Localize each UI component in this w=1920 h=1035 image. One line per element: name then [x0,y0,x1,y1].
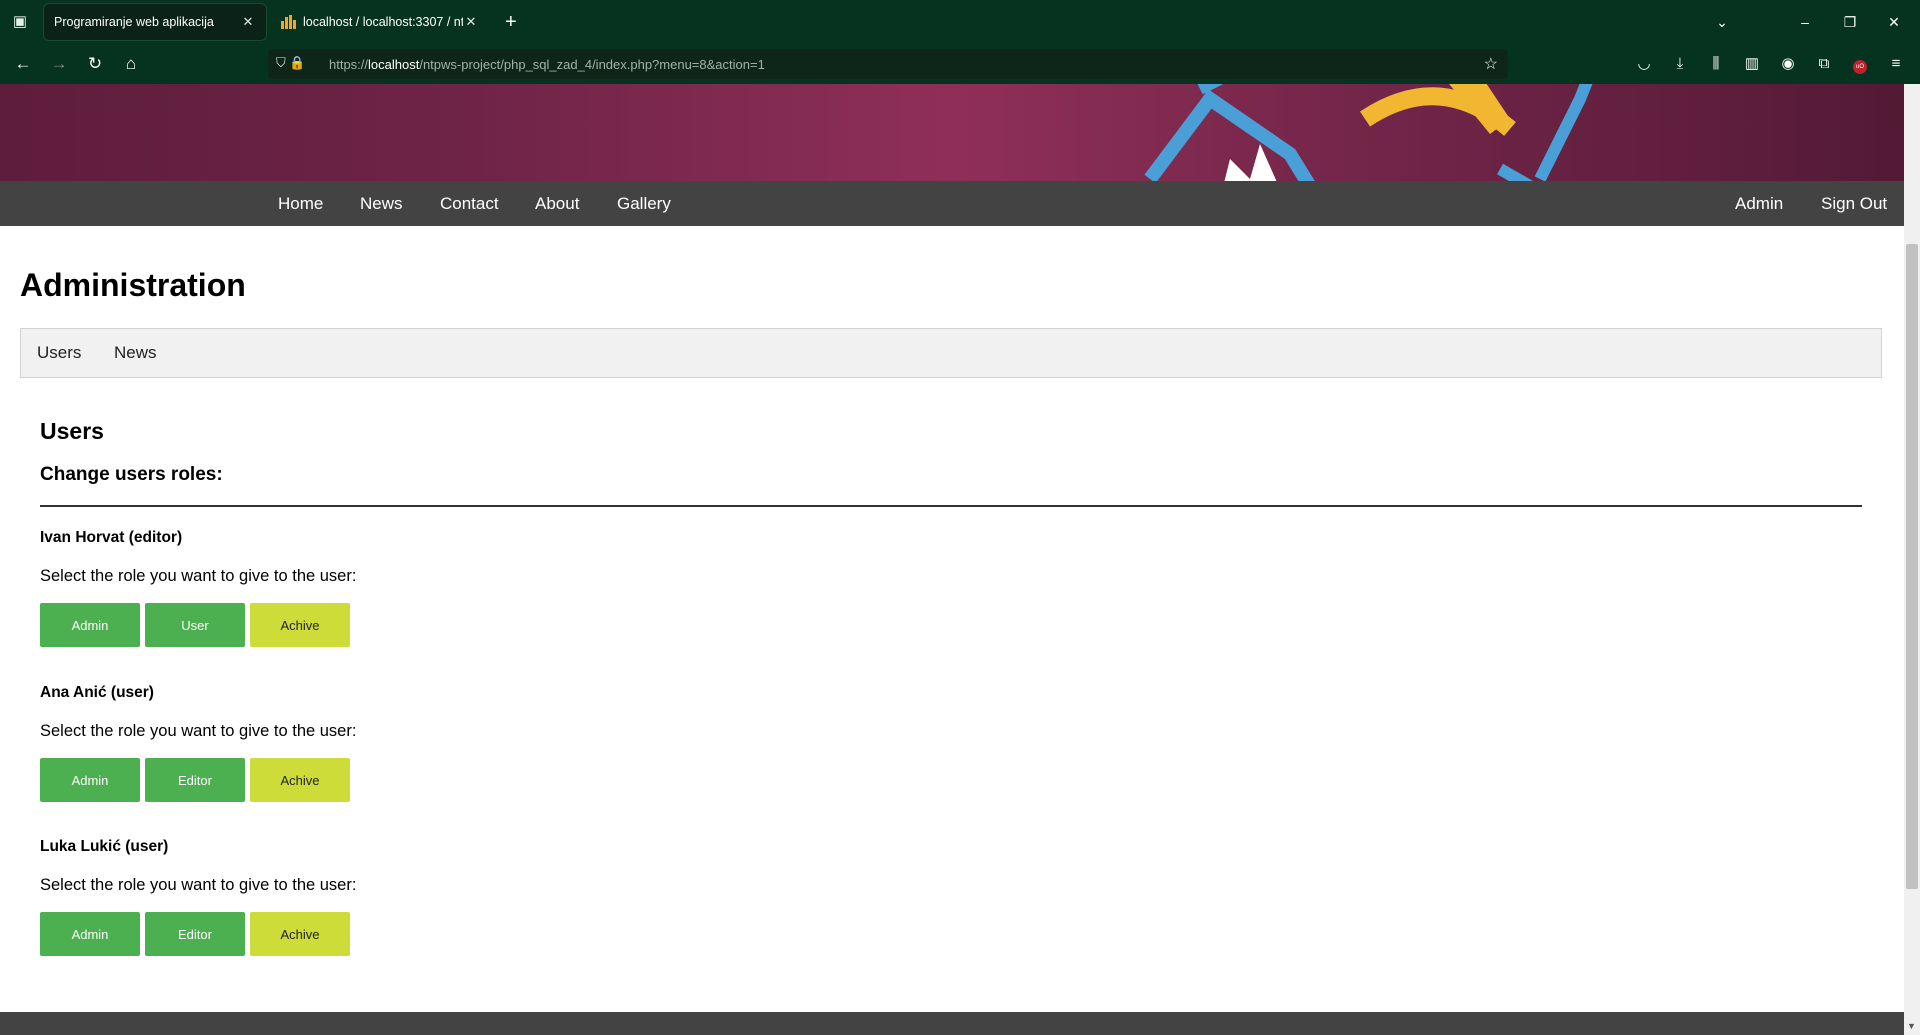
tab-overflow-chevron-icon[interactable]: ⌄ [1710,10,1734,34]
nav-gallery-link[interactable]: Gallery [617,181,671,226]
ublock-origin-icon[interactable]: uO [1848,52,1872,76]
page-title: Administration [20,267,246,303]
home-icon[interactable]: ⌂ [119,52,143,76]
scrollbar-thumb[interactable] [1906,244,1918,889]
address-bar[interactable]: ⛉ 🔒 https://localhost/ntpws-project/php_… [268,49,1508,79]
new-tab-icon[interactable]: + [505,10,517,34]
browser-nav-bar: ← → ↻ ⌂ ⛉ 🔒 https://localhost/ntpws-proj… [0,44,1920,84]
downloads-icon[interactable]: ⤓ [1668,52,1692,76]
restore-icon[interactable]: ❐ [1838,10,1862,34]
tab-title: localhost / localhost:3307 / ntpws [303,15,463,29]
forward-icon[interactable]: → [47,52,71,76]
archive-user-button[interactable]: Achive [250,603,350,647]
site-navigation: Home News Contact About Gallery Admin Si… [0,181,1904,226]
scroll-down-arrow-icon[interactable]: ▼ [1907,1021,1916,1031]
nav-sign-out-link[interactable]: Sign Out [1821,181,1887,226]
phpmyadmin-favicon-icon [281,15,297,29]
set-admin-role-button[interactable]: Admin [40,758,140,802]
set-editor-role-button[interactable]: Editor [145,912,245,956]
browser-tab-active[interactable]: Programiranje web aplikacija ✕ [44,4,266,40]
set-user-role-button[interactable]: User [145,603,245,647]
user-name: Ivan Horvat (editor) [40,529,183,546]
nav-contact-link[interactable]: Contact [440,181,499,226]
set-admin-role-button[interactable]: Admin [40,603,140,647]
minimize-icon[interactable]: – [1793,10,1817,34]
site-footer [0,1012,1904,1035]
nav-about-link[interactable]: About [535,181,579,226]
nav-home-link[interactable]: Home [278,181,323,226]
close-tab-icon[interactable]: ✕ [240,14,256,30]
nav-admin-link[interactable]: Admin [1735,181,1783,226]
tab-list-icon[interactable]: ▣ [8,10,32,34]
url-text[interactable]: https://localhost/ntpws-project/php_sql_… [329,57,765,72]
sidebar-icon[interactable]: ▥ [1740,52,1764,76]
url-host: localhost [368,57,420,72]
role-prompt: Select the role you want to give to the … [40,722,357,740]
role-prompt: Select the role you want to give to the … [40,876,357,894]
user-role-block: Ana Anić (user) Select the role you want… [40,684,640,834]
menu-icon[interactable]: ≡ [1884,52,1908,76]
browser-tab[interactable]: localhost / localhost:3307 / ntpws ✕ [271,4,489,40]
role-prompt: Select the role you want to give to the … [40,567,357,585]
sub-menu-news-link[interactable]: News [114,329,157,377]
set-editor-role-button[interactable]: Editor [145,758,245,802]
extensions-icon[interactable]: ⧉ [1812,52,1836,76]
archive-user-button[interactable]: Achive [250,758,350,802]
tab-title: Programiranje web aplikacija [54,15,214,29]
user-name: Luka Lukić (user) [40,838,169,855]
close-window-icon[interactable]: ✕ [1882,10,1906,34]
page-viewport: Home News Contact About Gallery Admin Si… [0,84,1904,1035]
user-role-block: Ivan Horvat (editor) Select the role you… [40,529,640,679]
user-name: Ana Anić (user) [40,684,154,701]
url-scheme: https:// [329,57,369,72]
close-tab-icon[interactable]: ✕ [463,14,479,30]
bookmark-star-icon[interactable]: ☆ [1484,54,1498,74]
sub-menu-users-link[interactable]: Users [37,329,81,377]
page-scrollbar[interactable]: ▼ [1904,84,1920,1035]
account-icon[interactable]: ◉ [1776,52,1800,76]
admin-sub-menu: Users News [20,328,1882,378]
section-title: Users [40,418,104,444]
tracking-shield-icon[interactable]: ⛉ 🔒 [276,55,306,71]
reload-icon[interactable]: ↻ [83,52,107,76]
set-admin-role-button[interactable]: Admin [40,912,140,956]
user-role-block: Luka Lukić (user) Select the role you wa… [40,838,640,988]
banner-logo-art [1144,84,1593,181]
url-path: /ntpws-project/php_sql_zad_4/index.php?m… [419,57,765,72]
nav-news-link[interactable]: News [360,181,403,226]
section-divider [40,505,1862,507]
section-subtitle: Change users roles: [40,464,223,485]
site-banner [0,84,1904,181]
browser-tab-bar: ▣ Programiranje web aplikacija ✕ localho… [0,0,1920,44]
library-icon[interactable]: ⫼ [1704,52,1728,76]
back-icon[interactable]: ← [11,52,35,76]
pocket-icon[interactable]: ◡ [1632,52,1656,76]
archive-user-button[interactable]: Achive [250,912,350,956]
